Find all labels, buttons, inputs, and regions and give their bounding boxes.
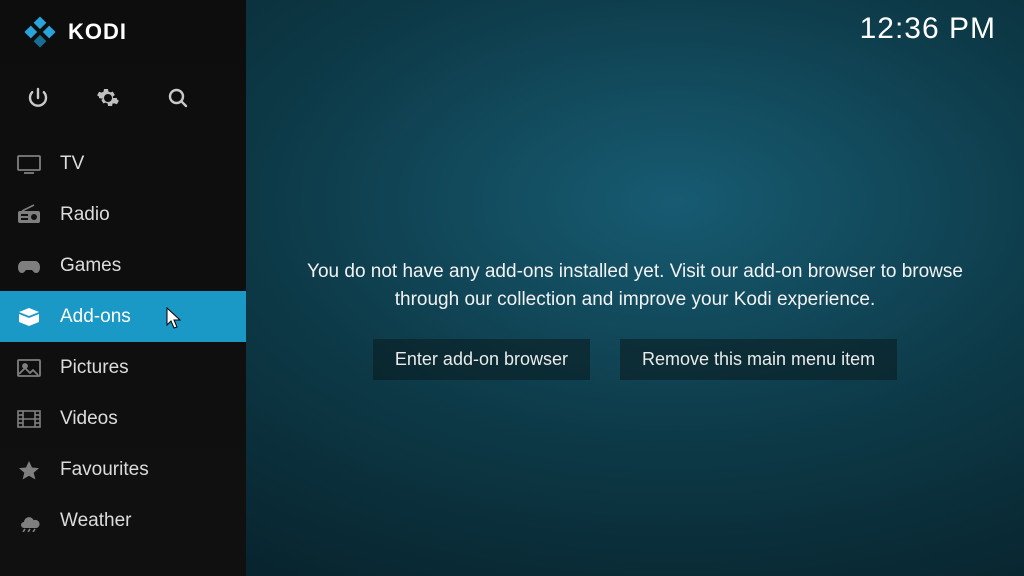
app-logo: KODI <box>0 0 246 60</box>
remove-menu-item-button[interactable]: Remove this main menu item <box>620 339 897 380</box>
kodi-logo-icon <box>22 14 58 50</box>
clock: 12:36 PM <box>860 12 996 46</box>
empty-state: You do not have any add-ons installed ye… <box>246 258 1024 380</box>
film-icon <box>16 408 42 430</box>
menu-label: Videos <box>60 408 118 430</box>
weather-icon <box>16 510 42 532</box>
menu-label: Add-ons <box>60 306 131 328</box>
action-row: Enter add-on browser Remove this main me… <box>373 339 897 380</box>
menu-label: Pictures <box>60 357 129 379</box>
menu-label: Weather <box>60 510 131 532</box>
main-panel: 12:36 PM You do not have any add-ons ins… <box>246 0 1024 576</box>
power-icon[interactable] <box>26 86 50 110</box>
sidebar-item-videos[interactable]: Videos <box>0 393 246 444</box>
gamepad-icon <box>16 255 42 277</box>
empty-state-message: You do not have any add-ons installed ye… <box>276 258 994 313</box>
enter-addon-browser-button[interactable]: Enter add-on browser <box>373 339 590 380</box>
sidebar: KODI TV <box>0 0 246 576</box>
box-icon <box>16 306 42 328</box>
sidebar-item-pictures[interactable]: Pictures <box>0 342 246 393</box>
app-name: KODI <box>68 19 127 45</box>
star-icon <box>16 459 42 481</box>
sidebar-item-games[interactable]: Games <box>0 240 246 291</box>
tv-icon <box>16 153 42 175</box>
menu-label: TV <box>60 153 84 175</box>
sidebar-item-addons[interactable]: Add-ons <box>0 291 246 342</box>
radio-icon <box>16 204 42 226</box>
picture-icon <box>16 357 42 379</box>
sidebar-item-radio[interactable]: Radio <box>0 189 246 240</box>
menu-label: Games <box>60 255 121 277</box>
gear-icon[interactable] <box>96 86 120 110</box>
main-menu: TV Radio Games Add-o <box>0 138 246 546</box>
menu-label: Favourites <box>60 459 149 481</box>
sidebar-toolbar <box>0 60 246 134</box>
search-icon[interactable] <box>166 86 190 110</box>
sidebar-item-favourites[interactable]: Favourites <box>0 444 246 495</box>
sidebar-item-tv[interactable]: TV <box>0 138 246 189</box>
menu-label: Radio <box>60 204 110 226</box>
sidebar-item-weather[interactable]: Weather <box>0 495 246 546</box>
